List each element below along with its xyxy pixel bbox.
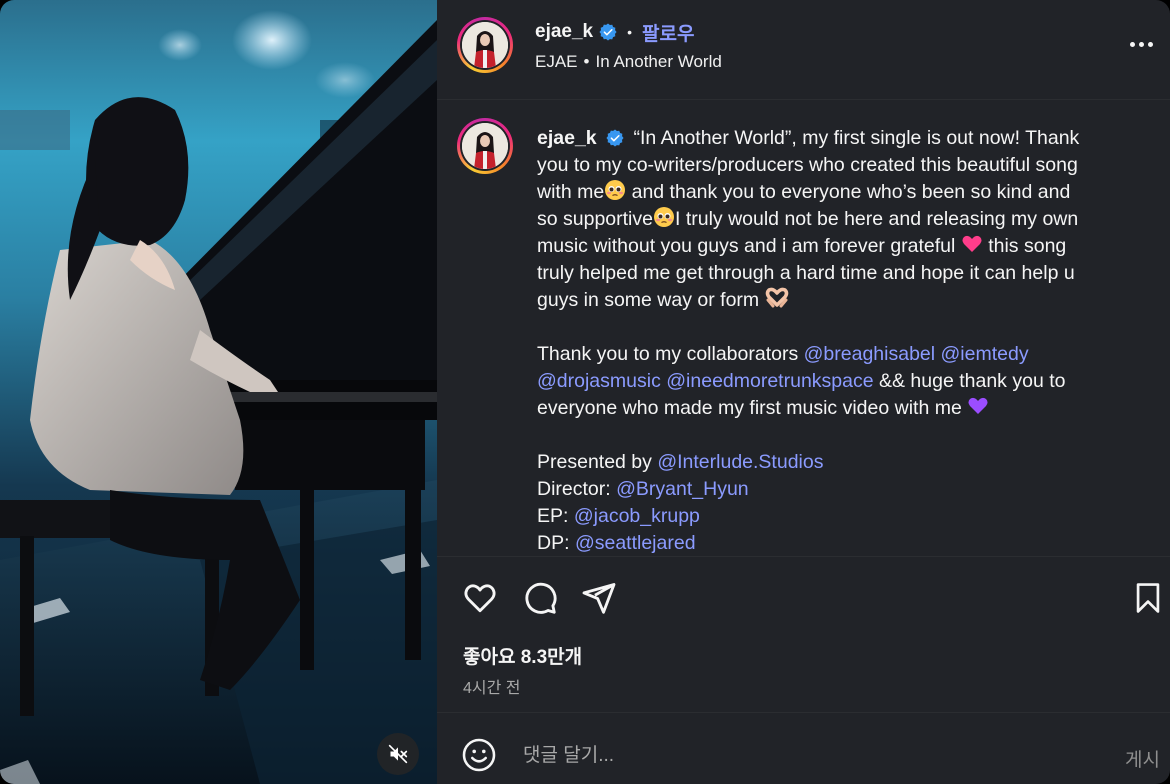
verified-badge-icon — [599, 23, 617, 41]
caption-line: music without you guys and i am forever … — [537, 235, 961, 257]
mention-link[interactable]: @breaghisabel — [804, 343, 935, 365]
mention-link[interactable]: @jacob_krupp — [574, 505, 700, 527]
more-options-icon[interactable] — [1126, 34, 1156, 54]
mention-link[interactable]: @Bryant_Hyun — [616, 478, 749, 500]
comment-icon — [525, 582, 557, 614]
caption-line: Thank you to my collaborators — [537, 343, 804, 365]
caption-line: Director: — [537, 478, 617, 500]
caption-line: I truly would not be here and releasing … — [674, 208, 1079, 230]
verified-badge-icon — [606, 129, 624, 147]
pleading-face-emoji — [605, 180, 626, 200]
caption-line: with me — [537, 181, 605, 203]
post-actions — [437, 578, 1170, 622]
divider — [437, 556, 1170, 557]
mute-toggle-button[interactable] — [377, 733, 419, 775]
caption-line: Presented by — [537, 451, 658, 473]
mention-link[interactable]: @ineedmoretrunkspace — [666, 370, 873, 392]
avatar-photo — [462, 123, 508, 169]
caption-username[interactable]: ejae_k — [537, 127, 597, 149]
mention-link[interactable]: @iemtedy — [941, 343, 1029, 365]
emoji-picker-button[interactable] — [461, 737, 497, 773]
audio-song[interactable]: In Another World — [595, 52, 721, 72]
comment-composer: 게시 — [437, 712, 1170, 784]
share-icon — [582, 583, 616, 614]
caption-line: DP: — [537, 532, 575, 554]
bookmark-icon — [1136, 583, 1160, 613]
pleading-face-emoji — [653, 207, 674, 227]
speaker-muted-icon — [388, 744, 408, 764]
post-caption: ejae_k “In Another World”, my first sing… — [537, 125, 1137, 556]
caption-line: “In Another World”, my first single is o… — [633, 127, 1080, 149]
caption-line: this song — [982, 235, 1067, 257]
audio-artist[interactable]: EJAE — [535, 52, 578, 72]
share-button[interactable] — [579, 578, 619, 618]
post-header: ejae_k • 팔로우 EJAE • In Another World — [437, 0, 1170, 100]
caption-line: EP: — [537, 505, 574, 527]
mention-link[interactable]: @Interlude.Studios — [657, 451, 823, 473]
purple-heart-emoji — [968, 397, 988, 414]
caption-line: you to my co-writers/producers who creat… — [537, 154, 1078, 176]
like-button[interactable] — [460, 578, 500, 618]
smiley-icon — [462, 738, 496, 772]
comment-input[interactable] — [523, 741, 1083, 771]
pink-heart-emoji — [962, 235, 982, 252]
comment-button[interactable] — [520, 578, 560, 618]
caption-line: truly helped me get through a hard time … — [537, 262, 1075, 284]
post-video[interactable] — [0, 0, 437, 784]
caption-avatar[interactable] — [457, 118, 513, 174]
caption-line: guys in some way or form — [537, 289, 765, 311]
caption-line: and thank you to everyone who’s been so … — [626, 181, 1071, 203]
audio-separator: • — [583, 52, 590, 71]
header-username[interactable]: ejae_k — [535, 21, 593, 43]
header-avatar[interactable] — [457, 17, 513, 73]
header-user-row: ejae_k • 팔로우 — [535, 19, 694, 46]
mention-link[interactable]: @seattlejared — [575, 532, 696, 554]
header-separator: • — [627, 24, 633, 40]
heart-icon — [464, 584, 496, 613]
audio-attribution[interactable]: EJAE • In Another World — [535, 52, 722, 72]
avatar-photo — [462, 22, 508, 68]
save-button[interactable] — [1128, 578, 1168, 618]
likes-count[interactable]: 좋아요 8.3만개 — [463, 642, 582, 669]
post-timestamp[interactable]: 4시간 전 — [463, 674, 521, 698]
caption-line: everyone who made my first music video w… — [537, 397, 968, 419]
caption-line: && huge thank you to — [873, 370, 1066, 392]
post-comment-button[interactable]: 게시 — [1125, 745, 1160, 772]
caption-scroll-area[interactable]: ejae_k “In Another World”, my first sing… — [437, 101, 1170, 556]
heart-hands-emoji — [765, 287, 788, 308]
caption-line: so supportive — [537, 208, 653, 230]
post-details-panel: ejae_k • 팔로우 EJAE • In Another World eja… — [437, 0, 1170, 784]
video-frame-illustration — [0, 10, 437, 784]
follow-button[interactable]: 팔로우 — [642, 19, 694, 46]
mention-link[interactable]: @drojasmusic — [537, 370, 661, 392]
post-modal: ejae_k • 팔로우 EJAE • In Another World eja… — [0, 0, 1170, 784]
